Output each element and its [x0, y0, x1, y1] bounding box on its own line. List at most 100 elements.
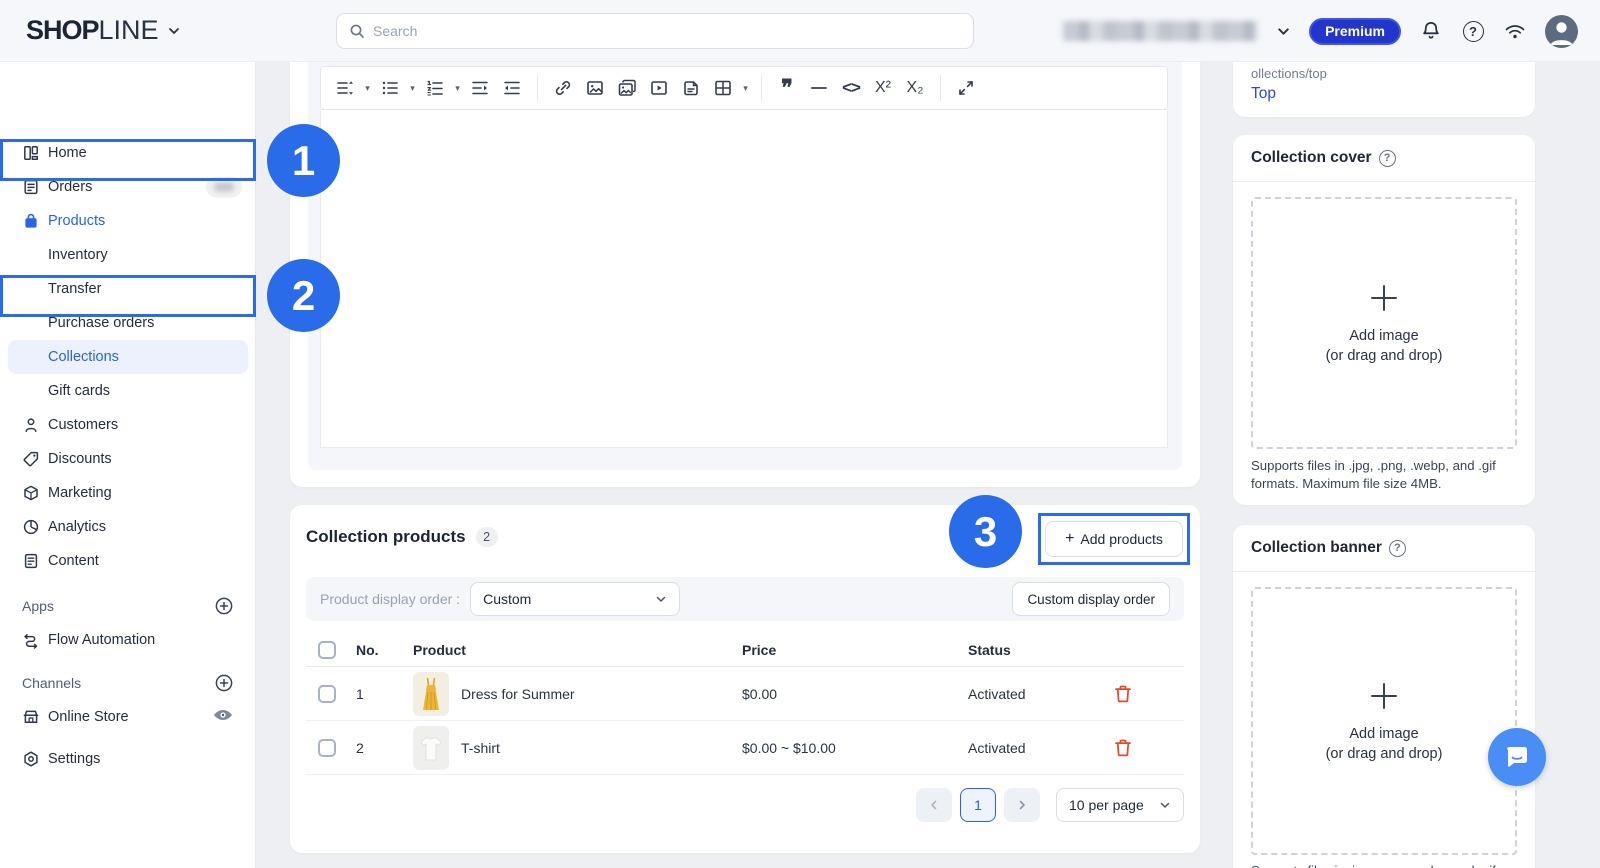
product-name[interactable]: Dress for Summer — [461, 686, 575, 702]
tutorial-step-1: 1 — [267, 124, 340, 197]
display-order-select[interactable]: Custom — [470, 582, 680, 616]
sidebar-item-content[interactable]: Content — [0, 544, 256, 578]
network-wifi-icon[interactable] — [1503, 19, 1527, 43]
sidebar-item-settings[interactable]: Settings — [0, 742, 256, 776]
collections-active-highlight — [8, 340, 248, 374]
chevron-down-icon[interactable] — [167, 24, 181, 38]
sidebar-item-inventory[interactable]: Inventory — [0, 238, 256, 272]
ordered-list-caret[interactable]: ▾ — [451, 66, 464, 110]
image-icon[interactable] — [579, 66, 611, 110]
logo-text-line: LINE — [99, 15, 159, 46]
row-checkbox[interactable] — [318, 739, 336, 757]
sidebar-item-discounts[interactable]: Discounts — [0, 442, 256, 476]
marketing-cube-icon — [22, 484, 40, 502]
banner-image-dropzone[interactable]: Add image (or drag and drop) — [1251, 587, 1517, 855]
search-icon — [349, 23, 365, 39]
logo-text-shop: SHOP — [26, 15, 99, 46]
flow-automation-icon — [22, 631, 40, 649]
cover-image-dropzone[interactable]: Add image (or drag and drop) — [1251, 197, 1517, 449]
link-icon[interactable] — [547, 66, 579, 110]
table-row: 1 Dress for Summer $0.00 Activated — [306, 667, 1184, 721]
line-height-caret[interactable]: ▾ — [361, 66, 374, 110]
analytics-pie-icon — [22, 518, 40, 536]
per-page-select[interactable]: 10 per page — [1056, 788, 1184, 822]
customers-icon — [22, 416, 40, 434]
delete-trash-icon[interactable] — [1112, 737, 1134, 759]
custom-display-order-button[interactable]: Custom display order — [1012, 582, 1170, 616]
superscript-icon[interactable]: X² — [867, 66, 899, 110]
add-channel-plus-icon[interactable] — [214, 673, 234, 693]
shopline-logo[interactable]: SHOPLINE — [26, 15, 181, 46]
subscript-icon[interactable]: X₂ — [899, 66, 931, 110]
blockquote-icon[interactable]: ❞ — [771, 66, 803, 110]
bullet-list-caret[interactable]: ▾ — [406, 66, 419, 110]
sidebar-item-purchase-orders[interactable]: Purchase orders — [0, 306, 256, 340]
description-textarea[interactable] — [320, 110, 1168, 448]
image-gallery-icon[interactable] — [611, 66, 643, 110]
account-chevron-down-icon[interactable] — [1276, 24, 1291, 39]
sidebar-item-customers[interactable]: Customers — [0, 408, 256, 442]
help-icon[interactable]: ? — [1389, 540, 1406, 557]
help-icon[interactable]: ? — [1461, 19, 1485, 43]
premium-badge[interactable]: Premium — [1309, 18, 1401, 45]
current-page-button[interactable]: 1 — [960, 788, 996, 822]
fullscreen-icon[interactable] — [950, 66, 982, 110]
content-doc-icon — [22, 552, 40, 570]
sidebar-item-home[interactable]: Home — [0, 136, 256, 170]
plus-icon — [1368, 282, 1400, 314]
sidebar-item-gift-cards[interactable]: Gift cards — [0, 374, 256, 408]
help-icon[interactable]: ? — [1379, 150, 1396, 167]
horizontal-rule-icon[interactable] — [803, 66, 835, 110]
sidebar-item-products[interactable]: Products — [0, 204, 256, 238]
sidebar-item-transfer[interactable]: Transfer — [0, 272, 256, 306]
support-chat-button[interactable] — [1488, 728, 1546, 786]
line-height-icon[interactable] — [329, 66, 361, 110]
table-icon[interactable] — [707, 66, 739, 110]
product-thumbnail-tshirt — [413, 726, 449, 770]
video-icon[interactable] — [643, 66, 675, 110]
sidebar-item-analytics[interactable]: Analytics — [0, 510, 256, 544]
editor-toolbar: ▾ ▾ ▾ — [320, 66, 1168, 110]
prev-page-button[interactable] — [916, 788, 952, 822]
outdent-icon[interactable] — [496, 66, 528, 110]
home-icon — [22, 144, 40, 162]
search-input[interactable] — [373, 23, 961, 39]
global-search[interactable] — [336, 13, 974, 49]
display-order-panel: Product display order : Custom Custom di… — [306, 577, 1184, 621]
orders-count-badge-redacted — [206, 177, 242, 198]
sidebar-section-apps: Apps — [0, 589, 256, 623]
notifications-bell-icon[interactable] — [1419, 19, 1443, 43]
delete-trash-icon[interactable] — [1112, 683, 1134, 705]
bullet-list-icon[interactable] — [374, 66, 406, 110]
product-name[interactable]: T-shirt — [461, 740, 500, 756]
url-top-link[interactable]: Top — [1251, 85, 1517, 103]
sidebar-item-collections[interactable]: Collections — [0, 340, 256, 374]
plus-icon — [1368, 680, 1400, 712]
sidebar-item-orders[interactable]: Orders — [0, 170, 256, 204]
add-app-plus-icon[interactable] — [214, 596, 234, 616]
banner-formats-hint: Supports files in .jpg, .png, .webp, and… — [1251, 862, 1521, 868]
row-checkbox[interactable] — [318, 685, 336, 703]
ordered-list-icon[interactable] — [419, 66, 451, 110]
select-all-checkbox[interactable] — [318, 641, 336, 659]
add-products-button[interactable]: + Add products — [1045, 521, 1183, 557]
sidebar-item-marketing[interactable]: Marketing — [0, 476, 256, 510]
account-name-redacted — [1063, 21, 1258, 41]
file-document-icon[interactable] — [675, 66, 707, 110]
code-icon[interactable]: <> — [835, 66, 867, 110]
discount-tag-icon — [22, 450, 40, 468]
sidebar-item-online-store[interactable]: Online Store — [0, 700, 256, 734]
sidebar-item-flow-automation[interactable]: Flow Automation — [0, 623, 256, 657]
collection-banner-card: Collection banner ? Add image (or drag a… — [1233, 525, 1535, 868]
cover-title: Collection cover — [1251, 149, 1372, 167]
indent-icon[interactable] — [464, 66, 496, 110]
sidebar-nav: Home Orders Products Inventory Transfer … — [0, 62, 256, 868]
collection-products-card: Collection products 2 + Add products Pro… — [290, 505, 1200, 853]
col-price: Price — [732, 642, 958, 658]
collection-products-title: Collection products — [306, 527, 466, 547]
preview-eye-icon[interactable] — [212, 707, 234, 727]
next-page-button[interactable] — [1004, 788, 1040, 822]
user-avatar[interactable] — [1545, 15, 1578, 48]
table-caret[interactable]: ▾ — [739, 66, 752, 110]
orders-icon — [22, 178, 40, 196]
